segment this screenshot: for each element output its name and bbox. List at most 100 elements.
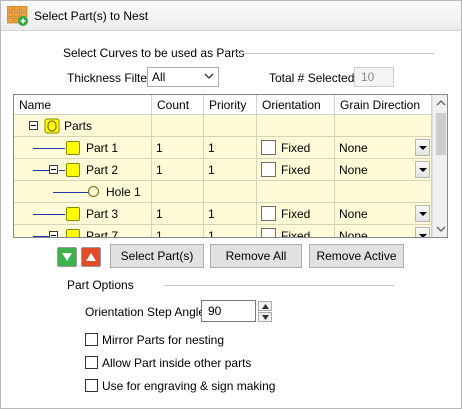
- table-row[interactable]: Hole 1: [14, 181, 432, 203]
- grain-value: None: [339, 229, 368, 238]
- mirror-parts-label[interactable]: Mirror Parts for nesting: [102, 333, 224, 347]
- move-up-button[interactable]: [81, 247, 101, 267]
- mirror-parts-checkbox[interactable]: [85, 333, 98, 346]
- remove-active-button[interactable]: Remove Active: [309, 244, 404, 268]
- engraving-checkbox[interactable]: [85, 379, 98, 392]
- grain-cell: [335, 181, 432, 203]
- thickness-filter-label: Thickness Filter:: [67, 71, 155, 85]
- priority-cell: [204, 181, 257, 203]
- row-name: Part 7: [86, 229, 119, 238]
- orientation-step-input[interactable]: 90: [201, 300, 256, 322]
- chevron-up-icon: [262, 304, 269, 309]
- collapse-icon[interactable]: [29, 121, 38, 130]
- table-row[interactable]: Parts: [14, 115, 432, 137]
- grid-scrollbar[interactable]: [432, 95, 448, 237]
- allow-inside-label[interactable]: Allow Part inside other parts: [102, 356, 251, 370]
- remove-all-button[interactable]: Remove All: [210, 244, 302, 268]
- nest-parts-icon: [7, 6, 28, 26]
- count-cell[interactable]: 1: [152, 137, 204, 159]
- row-name: Part 1: [86, 141, 119, 155]
- grain-cell[interactable]: None: [335, 137, 432, 159]
- title-bar: Select Part(s) to Nest: [1, 1, 461, 31]
- column-header-name[interactable]: Name: [14, 95, 152, 115]
- count-cell: [152, 115, 204, 137]
- tree-connector: [33, 214, 65, 215]
- grain-cell[interactable]: None: [335, 225, 432, 238]
- count-cell[interactable]: 1: [152, 159, 204, 181]
- tree-connector: [33, 148, 65, 149]
- orientation-cell: Fixed: [257, 203, 335, 225]
- grid-rows: Parts Part 1 1 1 Fixed None Part 2 1 1 F…: [14, 115, 432, 238]
- row-name: Hole 1: [106, 185, 141, 199]
- priority-cell[interactable]: 1: [204, 225, 257, 237]
- curves-section-heading: Select Curves to be used as Parts: [63, 46, 245, 60]
- orientation-checkbox[interactable]: [261, 206, 276, 221]
- priority-cell: [204, 115, 257, 137]
- grain-value: None: [339, 163, 368, 177]
- arrow-down-icon: [62, 253, 72, 261]
- spin-down-button[interactable]: [258, 312, 272, 322]
- window-title: Select Part(s) to Nest: [34, 9, 149, 23]
- table-row[interactable]: Part 3 1 1 Fixed None: [14, 203, 432, 225]
- dialog-window: Select Part(s) to Nest Select Curves to …: [0, 0, 462, 409]
- scrollbar-thumb[interactable]: [436, 113, 446, 155]
- grain-dropdown-button[interactable]: [415, 205, 430, 222]
- orientation-checkbox[interactable]: [261, 162, 276, 177]
- column-header-orientation[interactable]: Orientation: [257, 95, 335, 115]
- column-header-grain[interactable]: Grain Direction: [335, 95, 432, 115]
- part-square-icon: [66, 141, 80, 155]
- count-cell: [152, 181, 204, 203]
- orientation-cell: Fixed: [257, 225, 335, 237]
- orientation-cell: [257, 181, 335, 203]
- priority-cell[interactable]: 1: [204, 203, 257, 225]
- grain-dropdown-button[interactable]: [415, 161, 430, 178]
- scroll-down-icon[interactable]: [433, 221, 448, 237]
- table-row[interactable]: Part 7 1 1 Fixed None: [14, 225, 432, 238]
- select-parts-button[interactable]: Select Part(s): [110, 244, 204, 268]
- row-name: Part 2: [86, 163, 119, 177]
- column-header-count[interactable]: Count: [152, 95, 204, 115]
- tree-connector: [59, 170, 65, 171]
- name-cell: Part 2: [14, 159, 152, 181]
- thickness-filter-select[interactable]: All: [147, 67, 219, 87]
- priority-cell[interactable]: 1: [204, 159, 257, 181]
- chevron-down-icon: [204, 73, 214, 79]
- table-row[interactable]: Part 1 1 1 Fixed None: [14, 137, 432, 159]
- part-square-icon: [66, 229, 80, 237]
- spin-up-button[interactable]: [258, 301, 272, 311]
- part-square-icon: [66, 207, 80, 221]
- orientation-value: Fixed: [281, 207, 311, 221]
- count-cell[interactable]: 1: [152, 225, 204, 237]
- row-name: Part 3: [86, 207, 119, 221]
- priority-cell[interactable]: 1: [204, 137, 257, 159]
- count-cell[interactable]: 1: [152, 203, 204, 225]
- name-cell: Parts: [14, 115, 152, 137]
- grain-dropdown-button[interactable]: [415, 227, 430, 237]
- grid-header: Name Count Priority Orientation Grain Di…: [14, 95, 432, 115]
- total-selected-field: 10: [354, 67, 394, 87]
- move-down-button[interactable]: [57, 247, 77, 267]
- arrow-up-icon: [86, 253, 96, 261]
- orientation-cell: [257, 115, 335, 137]
- orientation-cell: Fixed: [257, 137, 335, 159]
- dialog-content: Select Curves to be used as Parts Thickn…: [1, 32, 461, 408]
- orientation-cell: Fixed: [257, 159, 335, 181]
- column-header-priority[interactable]: Priority: [204, 95, 257, 115]
- grain-cell[interactable]: None: [335, 159, 432, 181]
- part-options-heading: Part Options: [67, 278, 134, 292]
- scroll-up-icon[interactable]: [433, 95, 448, 111]
- orientation-checkbox[interactable]: [261, 140, 276, 155]
- parts-grid[interactable]: Name Count Priority Orientation Grain Di…: [13, 94, 448, 238]
- grain-value: None: [339, 141, 368, 155]
- chevron-down-icon: [262, 315, 269, 320]
- grain-cell[interactable]: None: [335, 203, 432, 225]
- collapse-icon[interactable]: [49, 231, 58, 237]
- grain-dropdown-button[interactable]: [415, 139, 430, 156]
- table-row[interactable]: Part 2 1 1 Fixed None: [14, 159, 432, 181]
- engraving-label[interactable]: Use for engraving & sign making: [102, 379, 275, 393]
- total-selected-label: Total # Selected:: [269, 71, 358, 85]
- collapse-icon[interactable]: [49, 165, 58, 174]
- tree-connector: [33, 170, 49, 171]
- allow-inside-checkbox[interactable]: [85, 356, 98, 369]
- orientation-checkbox[interactable]: [261, 228, 276, 237]
